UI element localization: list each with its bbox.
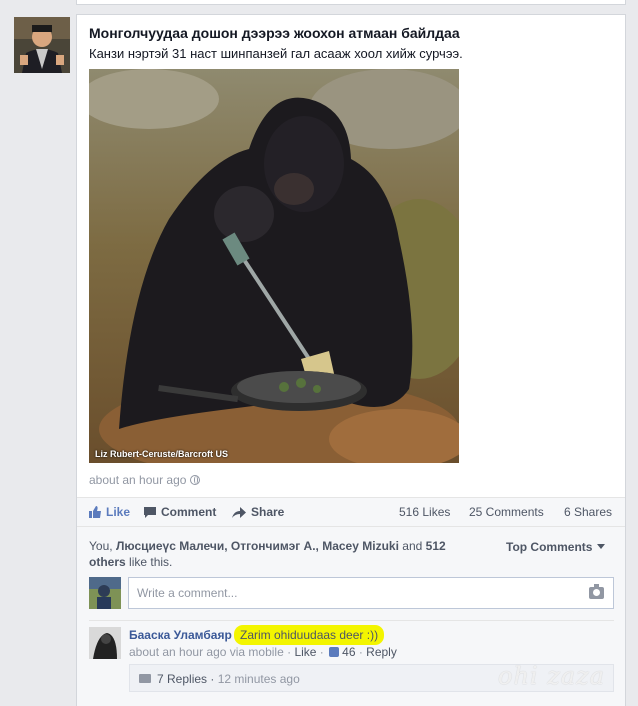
post-time[interactable]: about an hour ago — [89, 473, 186, 487]
divider — [89, 620, 614, 621]
replies-time: 12 minutes ago — [217, 672, 300, 686]
replies-count: 7 Replies — [157, 672, 208, 686]
shares-count[interactable]: 6 Shares — [564, 505, 612, 519]
top-comments-dropdown[interactable]: Top Comments — [506, 540, 606, 554]
post-photo[interactable]: Liz Rubert-Ceruste/Barcroft US — [89, 69, 459, 463]
comment-author[interactable]: Бааска Уламбаяр — [129, 628, 232, 642]
likers-summary: You, Люсциеүс Малечи, Отгончимэг А., Mac… — [89, 538, 484, 570]
likers-prefix: You, — [89, 539, 113, 553]
reply-button[interactable]: Reply — [366, 645, 397, 659]
comment-time[interactable]: about an hour ago via mobile — [129, 645, 284, 659]
comment-meta: about an hour ago via mobile · Like · 46… — [129, 645, 397, 659]
post-timestamp[interactable]: about an hour ago — [89, 473, 201, 487]
likes-count[interactable]: 516 Likes — [399, 505, 450, 519]
like-label: Like — [106, 505, 131, 519]
comment-text: Zarim ohiduudaas deer :)) — [234, 625, 385, 645]
share-button[interactable]: Share — [232, 505, 284, 519]
post-card: Монголчуудаа дошон дээрээ жоохон атмаан … — [76, 14, 626, 706]
comment-button[interactable]: Comment — [144, 505, 216, 519]
likers-and: and — [402, 539, 423, 553]
comment-label: Comment — [161, 505, 217, 519]
like-button[interactable]: Like — [89, 505, 130, 519]
top-comments-label: Top Comments — [506, 540, 593, 554]
likers-suffix: like this. — [129, 555, 173, 569]
site-watermark: ohi zaza — [498, 662, 606, 690]
comment-icon — [144, 506, 156, 518]
comment-like-count[interactable]: 46 — [342, 645, 355, 659]
action-bar: Like Comment Share 516 Likes 25 Comments… — [77, 498, 625, 526]
author-avatar[interactable] — [14, 17, 70, 73]
comment-input[interactable]: Write a comment... — [128, 577, 614, 609]
reply-bubble-icon — [139, 674, 151, 683]
likers-names[interactable]: Люсциеүс Малечи, Отгончимэг А., Macey Mi… — [116, 539, 399, 553]
viewer-avatar — [89, 577, 121, 609]
caret-down-icon — [597, 544, 606, 549]
globe-icon — [190, 475, 201, 485]
commenter-avatar[interactable] — [89, 627, 121, 659]
share-arrow-icon — [232, 506, 246, 518]
comment-input-placeholder: Write a comment... — [137, 586, 238, 600]
camera-icon[interactable] — [589, 584, 604, 599]
comments-count[interactable]: 25 Comments — [469, 505, 544, 519]
comment-like-button[interactable]: Like — [294, 645, 316, 659]
thumbs-up-icon — [329, 647, 340, 657]
chimpanzee-cooking-image — [89, 69, 459, 463]
share-label: Share — [251, 505, 285, 519]
photo-credit: Liz Rubert-Ceruste/Barcroft US — [95, 449, 229, 459]
previous-post-edge — [76, 0, 626, 5]
post-title: Монголчуудаа дошон дээрээ жоохон атмаан … — [89, 25, 460, 41]
thumbs-up-icon — [89, 506, 101, 518]
post-text: Канзи нэртэй 31 наст шинпанзей гал асааж… — [89, 46, 463, 61]
